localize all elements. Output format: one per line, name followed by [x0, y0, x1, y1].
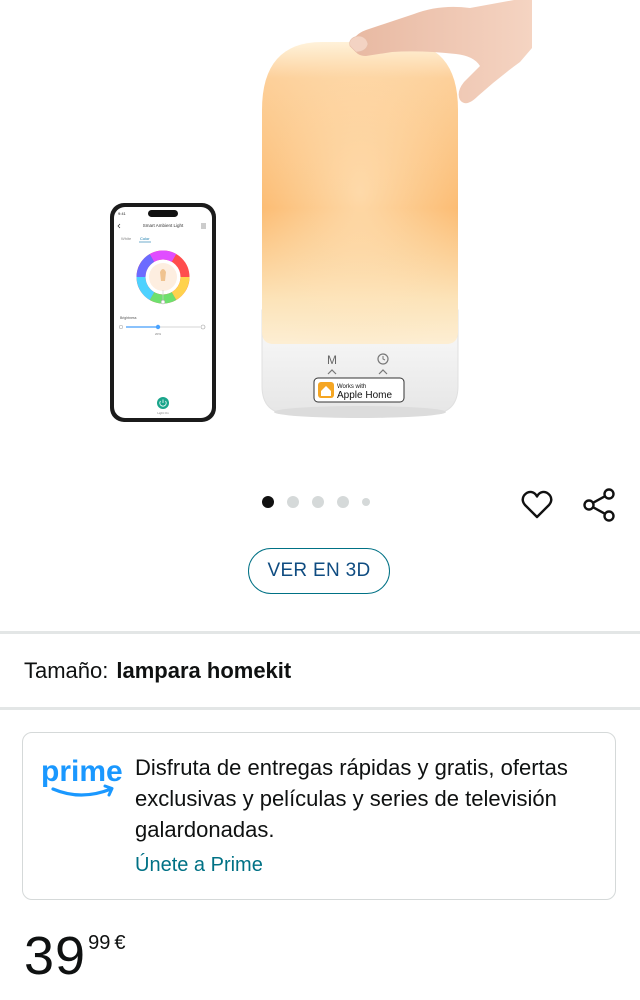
svg-text:Smart Ambient Light: Smart Ambient Light — [143, 223, 184, 228]
divider — [0, 707, 640, 710]
price-whole: 39 — [24, 926, 87, 986]
size-selector[interactable]: Tamaño: lampara homekit — [24, 658, 291, 684]
product-photo: M Works with Apple Home 9:41 Smart Ambie… — [110, 0, 532, 422]
product-image-gallery[interactable]: M Works with Apple Home 9:41 Smart Ambie… — [0, 0, 640, 480]
share-icon[interactable] — [580, 486, 618, 524]
prime-logo: prime — [41, 755, 123, 797]
svg-text:9:41: 9:41 — [118, 211, 127, 216]
price-currency: € — [114, 932, 126, 954]
pagination-dot-3[interactable] — [312, 496, 324, 508]
view-in-3d-button[interactable]: VER EN 3D — [248, 548, 390, 594]
svg-text:Color: Color — [140, 236, 150, 241]
pagination-dot-4[interactable] — [337, 496, 349, 508]
pagination-dot-1[interactable] — [262, 496, 274, 508]
pagination-dot-5[interactable] — [362, 498, 370, 506]
svg-text:20%: 20% — [155, 332, 161, 336]
svg-text:M: M — [327, 353, 337, 367]
size-label: Tamaño: — [24, 658, 109, 683]
svg-text:Light On: Light On — [157, 411, 169, 415]
svg-text:prime: prime — [41, 755, 123, 788]
svg-text:White: White — [121, 236, 132, 241]
prime-promo-card[interactable]: prime Disfruta de entregas rápidas y gra… — [22, 732, 616, 900]
apple-home-badge: Works with Apple Home — [313, 377, 405, 403]
svg-text:Apple Home: Apple Home — [337, 390, 392, 401]
join-prime-link[interactable]: Únete a Prime — [135, 854, 263, 877]
phone-mockup: 9:41 Smart Ambient Light White Color Bri… — [110, 203, 216, 422]
pagination-dot-2[interactable] — [287, 496, 299, 508]
price-fraction: 99 — [88, 932, 111, 954]
price: 39 99 € — [24, 928, 125, 984]
svg-text:Brightness: Brightness — [120, 316, 137, 320]
heart-icon[interactable] — [520, 488, 554, 522]
divider — [0, 631, 640, 634]
image-pagination[interactable] — [262, 496, 370, 508]
prime-message: Disfruta de entregas rápidas y gratis, o… — [135, 755, 568, 842]
size-value: lampara homekit — [116, 658, 292, 683]
